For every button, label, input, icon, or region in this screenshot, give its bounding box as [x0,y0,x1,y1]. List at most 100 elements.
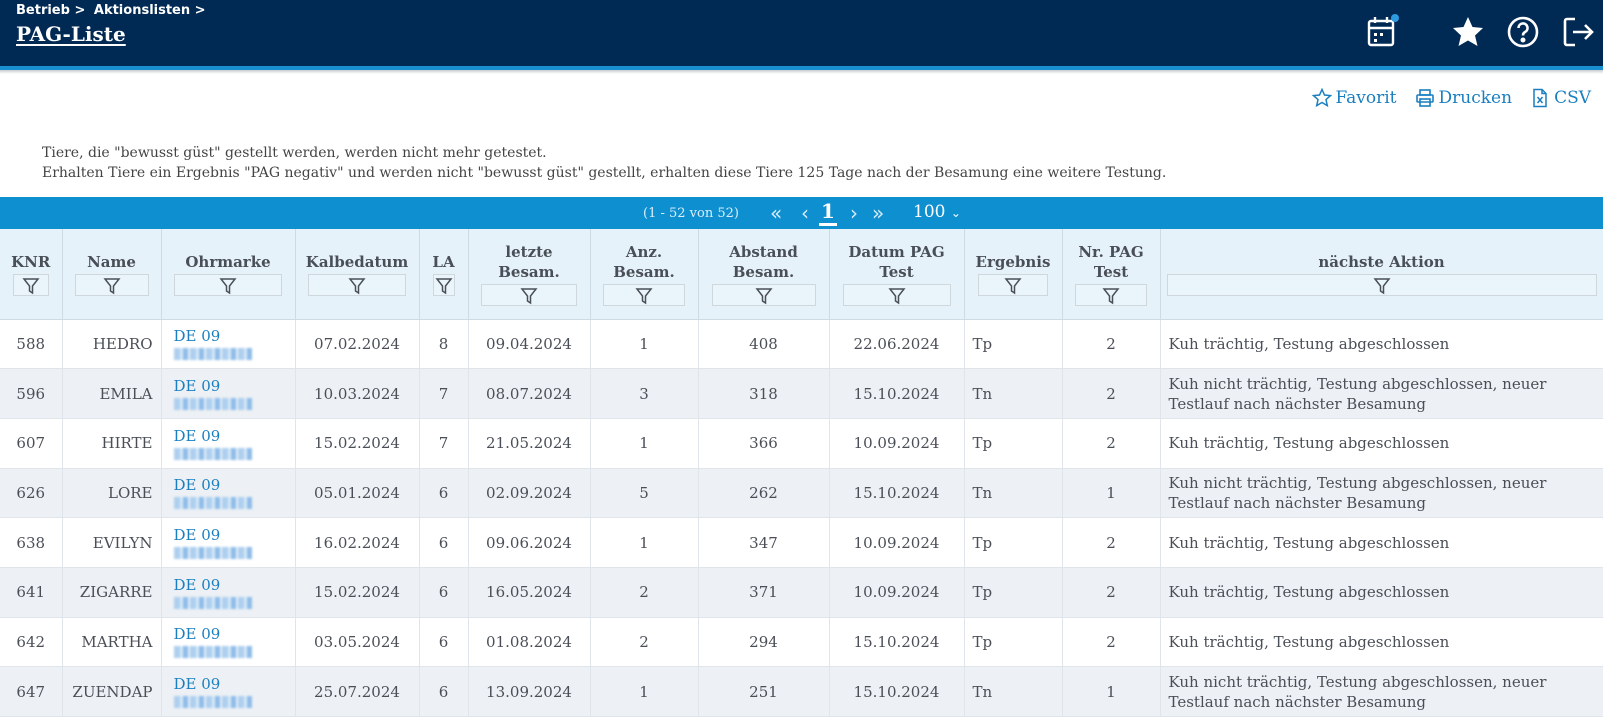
ohrmarke-redacted [173,398,252,411]
cell-nr: 2 [1062,517,1161,568]
cell-knr: 596 [0,368,63,419]
table-row[interactable]: 642 MARTHA DE 09 03.05.2024 6 01.08.2024 2 294 1… [0,617,1603,668]
ohrmarke-link[interactable]: DE 09 [174,526,287,544]
column-header[interactable]: Ergebnis [964,229,1063,320]
cell-abstand: 294 [698,617,830,668]
ohrmarke-link[interactable]: DE 09 [174,327,287,345]
ohrmarke-redacted [173,348,252,361]
ohrmarke-link[interactable]: DE 09 [174,476,287,494]
pag-table: KNR Name Ohrmarke Kalbedatum LA letzte Besam. A… [0,229,1603,717]
table-row[interactable]: 596 EMILA DE 09 10.03.2024 7 08.07.2024 3 318 15… [0,368,1603,419]
breadcrumb-item-aktionslisten[interactable]: Aktionslisten > [94,3,206,18]
column-header[interactable]: Kalbedatum [295,229,420,320]
ohrmarke-redacted [173,547,252,560]
current-page[interactable]: 1 [819,199,837,226]
logout-icon[interactable] [1560,14,1596,50]
cell-letzte: 21.05.2024 [468,418,591,469]
cell-knr: 641 [0,567,63,618]
cell-ohrmarke: DE 09 [161,319,296,370]
column-header-label-2: Test [879,262,914,281]
column-header-label-2: Test [1093,262,1129,281]
column-filter[interactable] [603,283,685,306]
column-header[interactable]: Ohrmarke [161,229,296,320]
breadcrumb: Betrieb > Aktionslisten > [16,3,210,18]
cell-ergebnis: Tn [964,468,1063,519]
column-header-label-1: Kalbedatum [305,252,409,271]
last-page-button[interactable]: » [872,201,884,225]
cell-abstand: 251 [698,666,830,717]
star-icon[interactable] [1450,14,1486,50]
table-row[interactable]: 607 HIRTE DE 09 15.02.2024 7 21.05.2024 1 366 10… [0,418,1603,469]
column-filter[interactable] [174,273,282,296]
column-filter[interactable] [308,273,406,296]
cell-aktion: Kuh trächtig, Testung abgeschlossen [1160,617,1603,668]
column-filter[interactable] [432,273,455,296]
table-row[interactable]: 641 ZIGARRE DE 09 15.02.2024 6 16.05.2024 2 371… [0,567,1603,618]
cell-name: HIRTE [62,418,162,469]
favorit-button[interactable]: Favorit [1311,88,1397,108]
column-header[interactable]: Anz. Besam. [590,229,699,320]
cell-aktion: Kuh nicht trächtig, Testung abgeschlosse… [1160,368,1603,419]
column-filter[interactable] [1075,283,1147,306]
column-header[interactable]: nächste Aktion [1160,229,1603,320]
column-header-label-1: nächste Aktion [1318,252,1445,271]
cell-name: LORE [62,468,162,519]
table-row[interactable]: 647 ZUENDAP DE 09 25.07.2024 6 13.09.2024 1 251… [0,666,1603,717]
column-filter[interactable] [481,283,577,306]
cell-anz: 2 [590,617,699,668]
cell-letzte: 13.09.2024 [468,666,591,717]
column-header[interactable]: Nr. PAG Test [1062,229,1161,320]
cell-kalbedatum: 07.02.2024 [295,319,420,370]
column-filter[interactable] [74,273,149,296]
cell-nr: 2 [1062,368,1161,419]
column-filter[interactable] [711,283,816,306]
drucken-button[interactable]: Drucken [1415,88,1512,108]
cell-ergebnis: Tp [964,567,1063,618]
ohrmarke-redacted [173,696,252,709]
cell-letzte: 01.08.2024 [468,617,591,668]
csv-button[interactable]: CSV [1530,88,1591,108]
column-header[interactable]: letzte Besam. [468,229,591,320]
cell-kalbedatum: 03.05.2024 [295,617,420,668]
cell-anz: 1 [590,666,699,717]
ohrmarke-redacted [173,646,252,659]
cell-name: HEDRO [62,319,162,370]
ohrmarke-link[interactable]: DE 09 [174,625,287,643]
table-row[interactable]: 588 HEDRO DE 09 07.02.2024 8 09.04.2024 1 408 22… [0,319,1603,370]
toolbar: Favorit Drucken CSV [1311,88,1591,108]
page-size-select[interactable]: 100 ⌄ [913,202,961,222]
calendar-icon[interactable] [1364,14,1400,50]
column-filter[interactable] [978,273,1048,296]
first-page-button[interactable]: « [770,201,782,225]
column-header[interactable]: Datum PAG Test [829,229,965,320]
column-header[interactable]: LA [419,229,469,320]
cell-abstand: 318 [698,368,830,419]
ohrmarke-redacted [173,497,252,510]
next-page-button[interactable]: › [850,201,858,225]
prev-page-button[interactable]: ‹ [801,201,809,225]
cell-kalbedatum: 25.07.2024 [295,666,420,717]
cell-ergebnis: Tn [964,368,1063,419]
info-line-1: Tiere, die "bewusst güst" gestellt werde… [42,145,547,161]
cell-aktion: Kuh nicht trächtig, Testung abgeschlosse… [1160,666,1603,717]
column-header-label-1: Ohrmarke [185,252,271,271]
column-filter[interactable] [12,273,49,296]
ohrmarke-link[interactable]: DE 09 [174,427,287,445]
column-filter[interactable] [1166,273,1597,296]
ohrmarke-link[interactable]: DE 09 [174,377,287,395]
column-header-label-2: Besam. [732,262,795,281]
column-filter[interactable] [842,283,951,306]
table-row[interactable]: 638 EVILYN DE 09 16.02.2024 6 09.06.2024 1 347 1… [0,517,1603,568]
page-title: PAG-Liste [16,22,126,46]
column-header[interactable]: Name [62,229,162,320]
ohrmarke-link[interactable]: DE 09 [174,675,287,693]
cell-ergebnis: Tn [964,666,1063,717]
cell-la: 7 [419,368,469,419]
table-row[interactable]: 626 LORE DE 09 05.01.2024 6 02.09.2024 5 262 15.… [0,468,1603,519]
info-line-2: Erhalten Tiere ein Ergebnis "PAG negativ… [42,165,1167,181]
ohrmarke-link[interactable]: DE 09 [174,576,287,594]
help-icon[interactable] [1505,14,1541,50]
column-header[interactable]: KNR [0,229,63,320]
breadcrumb-item-betrieb[interactable]: Betrieb > [16,3,85,18]
column-header[interactable]: Abstand Besam. [698,229,830,320]
